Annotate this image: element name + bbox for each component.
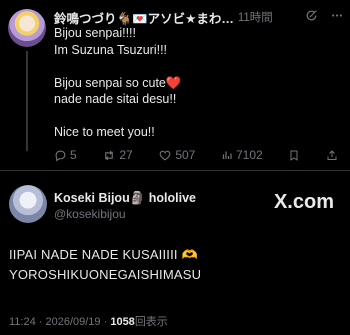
x-logo-icon: X.com [273,191,334,213]
post-line: Nice to meet you!! [54,125,155,139]
avatar[interactable] [9,185,47,223]
post-line: YOROSHIKUONEGAISHIMASU [9,267,202,282]
reply-button[interactable]: 5 [54,148,77,162]
share-icon [327,149,337,160]
post-line: IIPAI NADE NADE KUSAIIIII 🫶 [9,247,198,262]
repost-button[interactable]: 27 [102,148,133,162]
views-count: 7102 [236,148,263,162]
post-footer: 11:24 · 2026/09/19 · 1058回表示 [9,313,168,329]
post-header: 鈴鳴つづり🐐💌アソビ★まわ… 11時間 [54,8,344,26]
like-button[interactable]: 507 [158,148,195,162]
reply-count: 5 [70,148,77,162]
share-button[interactable] [326,149,338,162]
timestamp[interactable]: 11時間 [238,9,273,25]
post-time: 11:24 · 2026/09/19 · [9,316,111,328]
like-icon [159,150,171,160]
grok-icon[interactable] [305,9,318,25]
like-count: 507 [175,148,196,162]
reply-icon [55,150,66,161]
x-brand: X.com [274,191,334,214]
display-name[interactable]: 鈴鳴つづり🐐💌アソビ★まわ… [54,8,234,27]
reply-post[interactable]: 鈴鳴つづり🐐💌アソビ★まわ… 11時間 Bijou senpai!!!! Im … [0,0,350,170]
more-icon[interactable] [330,9,344,25]
view-label: 回表示 [134,316,168,328]
thread-line [26,51,28,151]
post-line: Bijou senpai so cute❤️ [54,75,182,90]
post-text: Bijou senpai!!!! Im Suzuna Tsuzuri!!! Bi… [54,25,344,141]
post-text: IIPAI NADE NADE KUSAIIIII 🫶 YOROSHIKUONE… [9,245,201,285]
repost-icon [105,150,114,160]
post-line [54,108,344,125]
avatar[interactable] [8,9,46,47]
post-line: Im Suzuna Tsuzuri!!! [54,42,168,57]
display-name[interactable]: Koseki Bijou🗿 hololive [54,191,196,206]
post-line [54,58,344,75]
post-line: nade nade sitai desu!! [54,92,177,106]
views-icon [222,151,232,159]
view-count: 1058 [110,316,135,328]
bookmark-icon [290,150,298,161]
action-bar: 5 27 507 7102 [54,148,338,162]
repost-count: 27 [119,148,133,162]
post-line: Bijou senpai!!!! [54,26,136,40]
quoted-post-card[interactable]: Koseki Bijou🗿 hololive @kosekibijou X.co… [0,171,350,335]
views-button[interactable]: 7102 [221,148,263,162]
handle[interactable]: @kosekibijou [54,207,126,221]
bookmark-button[interactable] [288,149,300,162]
